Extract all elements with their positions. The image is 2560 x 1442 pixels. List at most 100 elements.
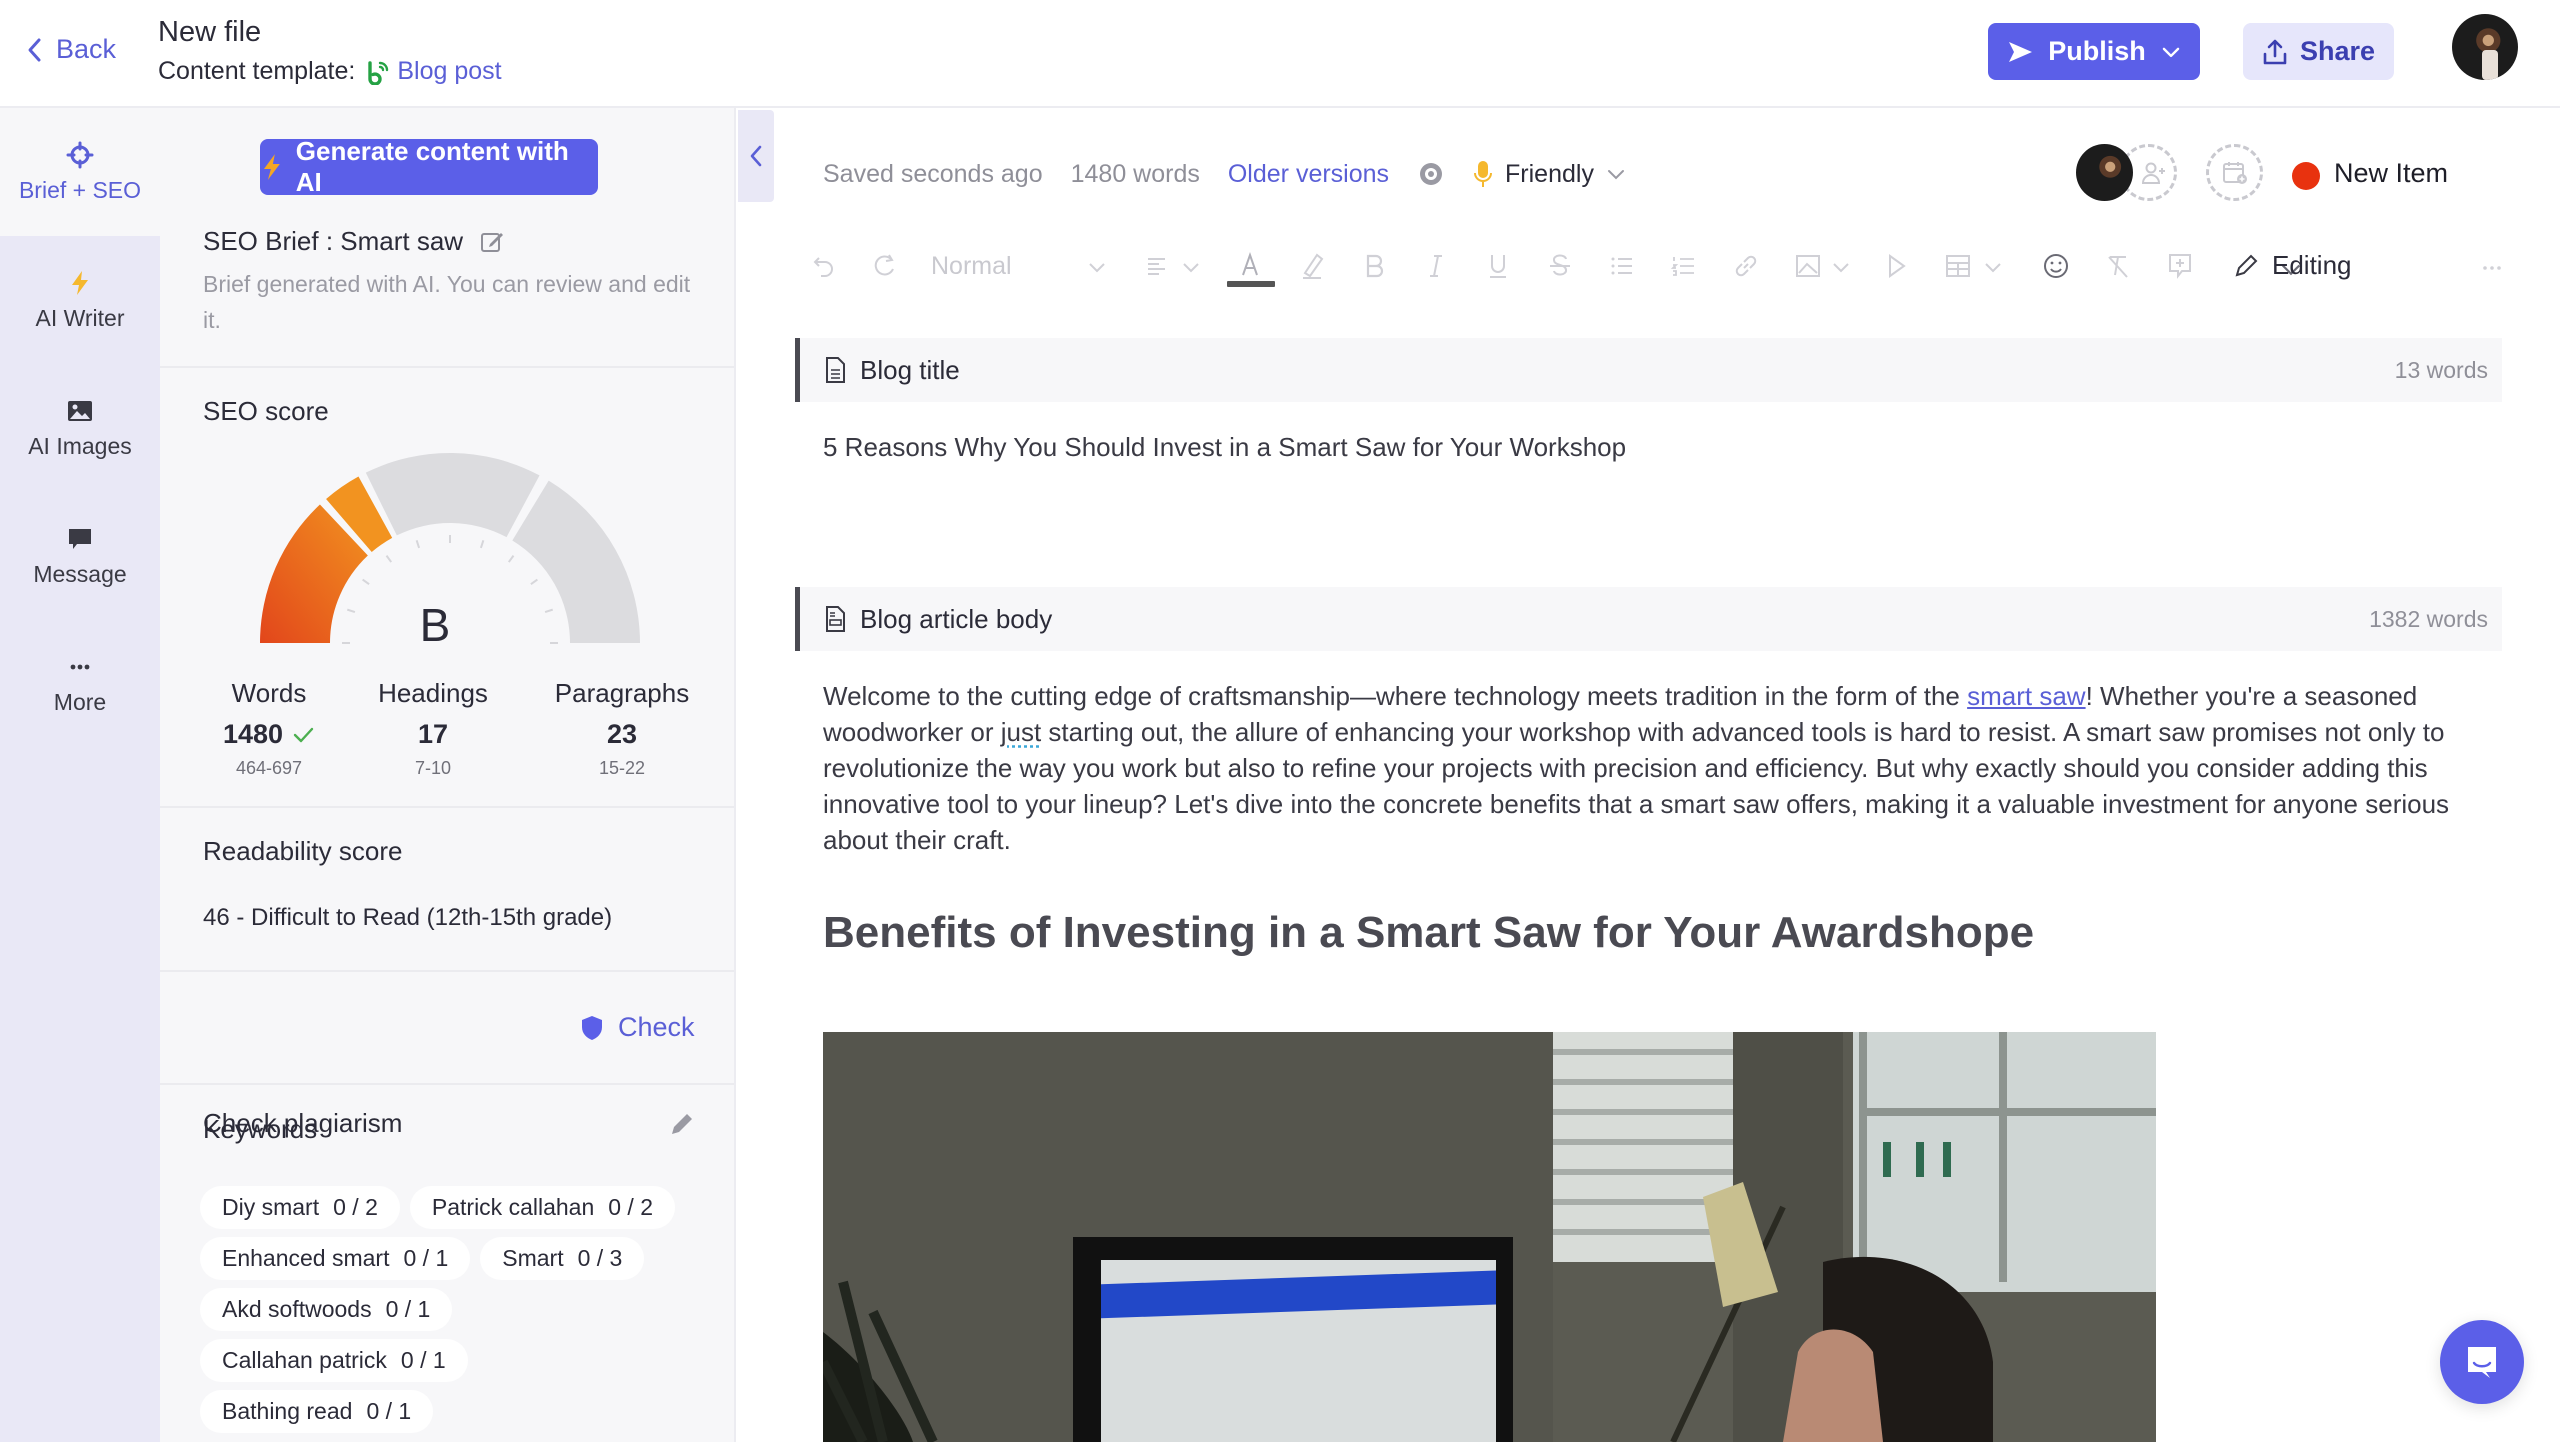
blog-body-paragraph[interactable]: Welcome to the cutting edge of craftsman…: [823, 678, 2483, 858]
status-select[interactable]: New Item: [2334, 158, 2448, 189]
user-avatar[interactable]: [2452, 14, 2518, 80]
document-icon: [826, 606, 845, 632]
emoji-button[interactable]: [2038, 248, 2074, 284]
keywords-list: Diy smart 0 / 2 Patrick callahan 0 / 2 Enhan…: [200, 1186, 700, 1433]
keyword-chip[interactable]: Akd softwoods 0 / 1: [200, 1288, 453, 1331]
keyword-chip[interactable]: Callahan patrick 0 / 1: [200, 1339, 468, 1382]
eye-icon[interactable]: [1417, 160, 1445, 188]
table-button[interactable]: [1940, 248, 1976, 284]
block-header-title: Blog title 13 words: [795, 338, 2502, 402]
add-user-icon: [2141, 162, 2165, 184]
text-run: starting out, the allure of enhancing yo…: [823, 717, 2450, 855]
chevron-down-icon[interactable]: [1830, 256, 1852, 278]
document-icon: [826, 357, 845, 383]
tone-select[interactable]: Friendly: [1473, 159, 1626, 189]
support-chat-button[interactable]: [2440, 1320, 2524, 1404]
status-dot: [2292, 162, 2320, 190]
bullet-list-button[interactable]: [1604, 248, 1640, 284]
align-button[interactable]: [1140, 248, 1176, 284]
chevron-down-icon[interactable]: [1086, 256, 1108, 278]
seo-score-title: SEO score: [203, 396, 329, 426]
redo-button[interactable]: [866, 248, 902, 284]
align-left-icon: [1148, 258, 1165, 275]
back-button[interactable]: Back: [24, 34, 116, 65]
rail-item-message[interactable]: Message: [0, 492, 160, 620]
bold-button[interactable]: [1356, 248, 1392, 284]
underline-button[interactable]: [1480, 248, 1516, 284]
microphone-icon: [1474, 161, 1493, 187]
keyword-chip[interactable]: Diy smart 0 / 2: [200, 1186, 400, 1229]
link-button[interactable]: [1728, 248, 1764, 284]
section-heading[interactable]: Benefits of Investing in a Smart Saw for…: [823, 908, 2034, 958]
stat-range: 464-697: [235, 758, 303, 778]
rail-item-brief-seo[interactable]: Brief + SEO: [0, 108, 160, 236]
chevron-left-icon: [28, 38, 41, 61]
edit-icon[interactable]: [479, 229, 505, 255]
chevron-down-icon[interactable]: [1982, 256, 2004, 278]
pencil-icon[interactable]: [668, 1110, 694, 1138]
chevron-down-icon[interactable]: [1180, 256, 1202, 278]
collaborator-avatar[interactable]: [2076, 144, 2133, 201]
image-icon: [68, 400, 92, 421]
paragraph-style-select[interactable]: Normal: [931, 252, 1012, 281]
schedule-button[interactable]: [2206, 144, 2263, 201]
comment-button[interactable]: [2162, 248, 2198, 284]
keyword-count: 0 / 3: [577, 1245, 623, 1271]
calendar-add-icon: [2222, 161, 2247, 184]
block-word-count: 13 words: [2394, 356, 2488, 383]
seo-panel: Generate content with AI SEO Brief : Sma…: [160, 108, 736, 1442]
rail-item-ai-writer[interactable]: AI Writer: [0, 236, 160, 364]
bullet-list-icon: [1611, 257, 1632, 275]
play-icon: [1889, 254, 1906, 278]
clear-format-button[interactable]: [2100, 248, 2136, 284]
more-options-icon[interactable]: [2480, 258, 2504, 278]
rail-item-more[interactable]: More: [0, 620, 160, 748]
keyword-term: Diy smart: [222, 1194, 320, 1220]
keyword-count: 0 / 2: [608, 1194, 654, 1220]
older-versions-link[interactable]: Older versions: [1228, 160, 1389, 189]
text-color-button[interactable]: [1232, 248, 1268, 284]
back-label: Back: [56, 34, 117, 64]
editor-status-bar: Saved seconds ago 1480 words Older versi…: [823, 156, 1626, 192]
template-link[interactable]: Blog post: [365, 57, 502, 86]
strikethrough-button[interactable]: [1542, 248, 1578, 284]
media-button[interactable]: [1878, 248, 1914, 284]
highlight-button[interactable]: [1294, 248, 1330, 284]
template-prefix: Content template:: [158, 57, 356, 85]
rail-label: More: [53, 688, 107, 715]
share-button[interactable]: Share: [2243, 23, 2394, 80]
collapse-panel-button[interactable]: [738, 110, 774, 202]
brief-title: SEO Brief : Smart saw: [203, 226, 505, 257]
numbered-list-button[interactable]: [1666, 248, 1702, 284]
gauge-tick: [507, 555, 515, 563]
keyword-chip[interactable]: Patrick callahan 0 / 2: [409, 1186, 676, 1229]
spellcheck-word[interactable]: just: [1001, 717, 1041, 747]
keyword-chip[interactable]: Bathing read 0 / 1: [200, 1390, 434, 1433]
share-label: Share: [2299, 36, 2376, 66]
image-button[interactable]: [1790, 248, 1826, 284]
divider: [160, 970, 734, 972]
keyword-chip[interactable]: Enhanced smart 0 / 1: [200, 1237, 471, 1280]
saved-status: Saved seconds ago: [823, 159, 1043, 188]
stat-range: 7-10: [414, 758, 452, 778]
collaborators: [2076, 143, 2180, 203]
keyword-count: 0 / 1: [400, 1347, 446, 1373]
smart-saw-link[interactable]: smart saw: [1967, 681, 2085, 711]
block-header-body: Blog article body 1382 words: [795, 587, 2502, 651]
keyword-chip[interactable]: Smart 0 / 3: [480, 1237, 645, 1280]
message-icon: [69, 528, 91, 549]
keywords-title: Keywords: [203, 1114, 318, 1144]
keyword-count: 0 / 1: [403, 1245, 449, 1271]
italic-button[interactable]: [1418, 248, 1454, 284]
stat-headings: Headings 17 7-10: [353, 678, 513, 779]
stat-label: Headings: [378, 678, 488, 708]
check-plagiarism-button[interactable]: Check: [580, 1012, 695, 1043]
generate-content-button[interactable]: Generate content with AI: [260, 136, 598, 197]
publish-button[interactable]: Publish: [1988, 23, 2200, 80]
blog-title-input[interactable]: 5 Reasons Why You Should Invest in a Sma…: [823, 432, 1626, 463]
rail-item-ai-images[interactable]: AI Images: [0, 364, 160, 492]
article-image[interactable]: [823, 1032, 2156, 1442]
undo-button[interactable]: [806, 248, 842, 284]
mode-select[interactable]: Editing: [2232, 250, 2352, 281]
block-label: Blog title: [824, 355, 960, 386]
